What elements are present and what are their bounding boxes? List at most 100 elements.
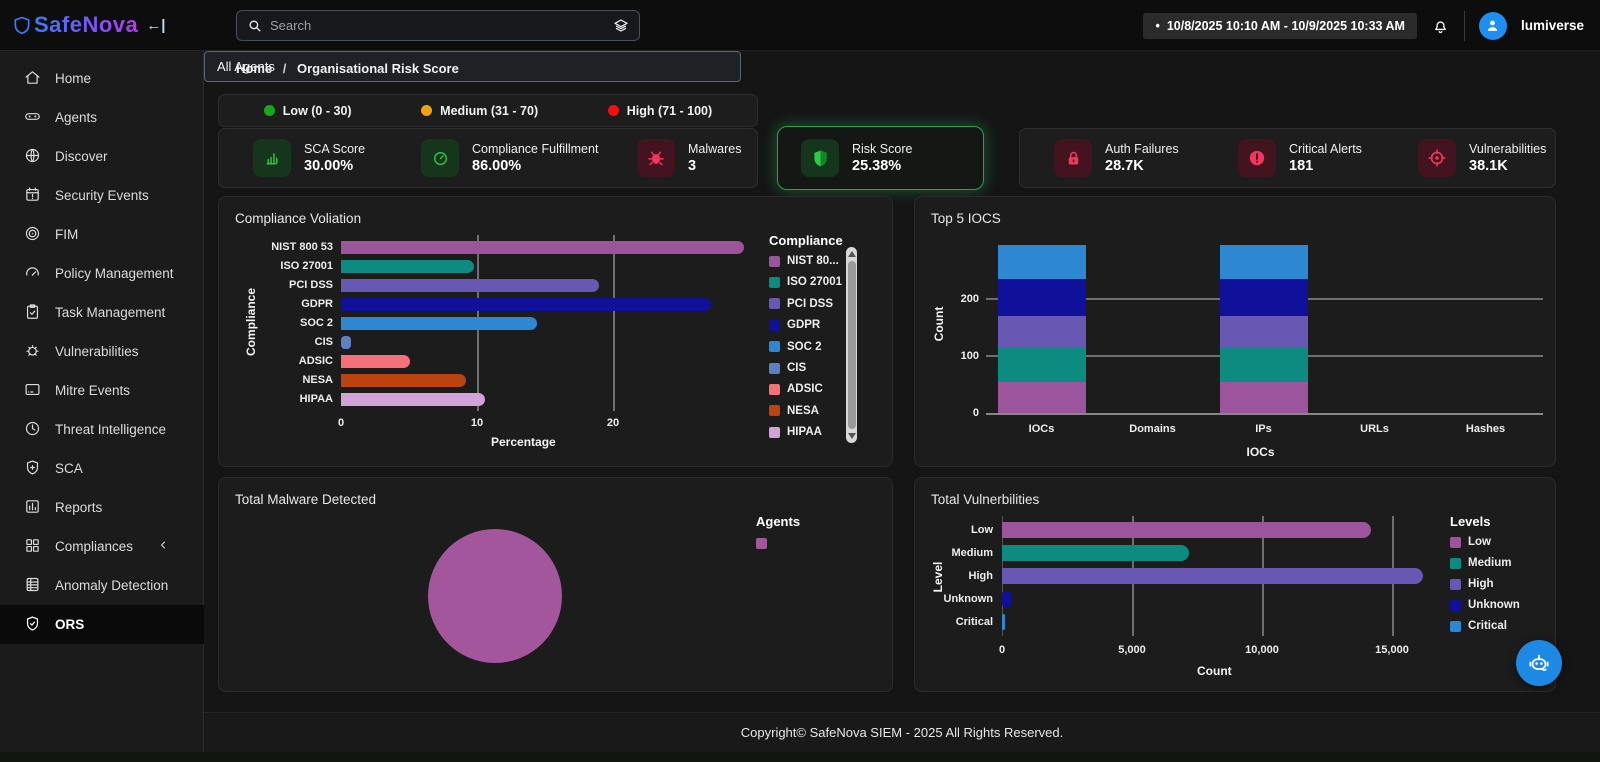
metric-vulnerabilities: Vulnerabilities 38.1K <box>1418 139 1546 177</box>
legend-item-ADSIC[interactable]: ADSIC <box>769 383 823 395</box>
bell-icon[interactable] <box>1431 16 1450 35</box>
legend-swatch-icon <box>756 538 767 549</box>
legend-item-GDPR[interactable]: GDPR <box>769 319 820 331</box>
sidebar-item-agents[interactable]: Agents <box>0 98 204 137</box>
legend-item-CIS[interactable]: CIS <box>769 362 806 374</box>
sidebar-item-reports[interactable]: Reports <box>0 488 204 527</box>
x-category-IOCs: IOCs <box>1028 423 1055 435</box>
stack-segment-IPs-0 <box>1219 381 1308 413</box>
vulnerabilities-icon <box>24 342 55 362</box>
legend-swatch-icon <box>769 276 780 288</box>
sidebar-item-task-management[interactable]: Task Management <box>0 293 204 332</box>
x-tick-20: 20 <box>606 417 620 429</box>
bottom-strip <box>0 752 1600 762</box>
scroll-thumb[interactable] <box>847 261 856 429</box>
band-label: High (71 - 100) <box>626 103 713 118</box>
x-axis-title: IOCs <box>1246 445 1275 459</box>
sidebar-item-sca[interactable]: SCA <box>0 449 204 488</box>
legend-item-High[interactable]: High <box>1450 578 1494 590</box>
y-axis-title: Count <box>932 306 946 342</box>
x-category-URLs: URLs <box>1360 423 1389 435</box>
legend-item-PCI DSS[interactable]: PCI DSS <box>769 298 833 310</box>
legend-item-NESA[interactable]: NESA <box>769 405 819 417</box>
y-category-Critical: Critical <box>955 616 993 628</box>
scroll-down-icon[interactable] <box>847 433 856 439</box>
username: lumiverse <box>1520 18 1584 33</box>
breadcrumb-home[interactable]: Home <box>236 61 272 76</box>
legend-label: Critical <box>1468 620 1507 632</box>
legend-item-Critical[interactable]: Critical <box>1450 620 1507 632</box>
sidebar-item-security-events[interactable]: Security Events <box>0 176 204 215</box>
legend-label: ISO 27001 <box>787 276 842 289</box>
metric-compliance-fulfillment: Compliance Fulfillment 86.00% <box>421 139 637 177</box>
legend-item-HIPAA[interactable]: HIPAA <box>769 426 822 438</box>
discover-icon <box>24 147 55 167</box>
y-category-NESA: NESA <box>302 374 333 386</box>
threat-intelligence-icon <box>24 420 55 440</box>
sidebar-item-anomaly-detection[interactable]: Anomaly Detection <box>0 566 204 605</box>
legend-item-NIST 80...[interactable]: NIST 80... <box>769 255 839 267</box>
risk-band-2: High (71 - 100) <box>607 103 713 118</box>
legend-swatch-icon <box>1450 599 1461 611</box>
panel-title: Total Vulnerbilities <box>931 492 1040 507</box>
legend-label: HIPAA <box>787 426 822 439</box>
legend-swatch-icon <box>769 362 780 374</box>
legend-item-ISO 27001[interactable]: ISO 27001 <box>769 276 842 288</box>
risk-score-label: Risk Score <box>852 142 913 156</box>
y-tick-0: 0 <box>972 407 979 419</box>
sidebar-item-fim[interactable]: FIM <box>0 215 204 254</box>
date-range-picker[interactable]: • 10/8/2025 10:10 AM - 10/9/2025 10:33 A… <box>1143 12 1417 39</box>
sidebar-item-home[interactable]: Home <box>0 59 204 98</box>
panel-total-malware: Total Malware Detected Agents <box>218 477 893 692</box>
metric-value: 181 <box>1289 158 1314 174</box>
y-category-NIST 800 53: NIST 800 53 <box>271 241 333 253</box>
legend-item-Low[interactable]: Low <box>1450 536 1491 548</box>
chart-legend-title: Compliance <box>769 233 843 248</box>
metric-label: SCA Score <box>304 142 366 156</box>
sidebar-item-compliances[interactable]: Compliances <box>0 527 204 566</box>
sidebar-collapse-icon[interactable]: ←| <box>146 17 165 34</box>
sidebar-item-label: Threat Intelligence <box>55 422 167 437</box>
stack-segment-IOCs-0 <box>997 381 1086 413</box>
stack-segment-IPs-2 <box>1219 316 1308 348</box>
bar-PCI DSS <box>341 278 600 292</box>
chatbot-button[interactable] <box>1516 640 1562 686</box>
y-tick-200: 200 <box>960 293 979 305</box>
sidebar-item-vulnerabilities[interactable]: Vulnerabilities <box>0 332 204 371</box>
legend-swatch-icon <box>1450 557 1461 569</box>
agents-icon <box>24 108 55 128</box>
legend-scrollbar[interactable] <box>846 247 857 443</box>
sidebar-item-mitre-events[interactable]: Mitre Events <box>0 371 204 410</box>
sidebar-item-label: Task Management <box>55 305 166 320</box>
metric-value: 38.1K <box>1469 158 1508 174</box>
legend-item-SOC 2[interactable]: SOC 2 <box>769 341 822 353</box>
compliances-icon <box>24 537 55 557</box>
sidebar-item-label: Vulnerabilities <box>55 344 139 359</box>
search-input[interactable] <box>270 18 613 33</box>
legend-item-0[interactable] <box>756 538 774 549</box>
y-category-Low: Low <box>971 524 993 536</box>
user-avatar[interactable] <box>1478 11 1507 40</box>
sidebar-item-ors[interactable]: ORS <box>0 605 204 644</box>
legend-item-Medium[interactable]: Medium <box>1450 557 1511 569</box>
x-tick-10000: 10,000 <box>1245 644 1279 656</box>
sca-icon <box>24 459 55 479</box>
sidebar-item-threat-intelligence[interactable]: Threat Intelligence <box>0 410 204 449</box>
x-tick-5000: 5,000 <box>1118 644 1146 656</box>
metric-label: Critical Alerts <box>1289 142 1362 156</box>
topbar-divider <box>1463 10 1465 41</box>
layers-icon[interactable] <box>613 18 629 34</box>
y-category-CIS: CIS <box>314 336 333 348</box>
scroll-up-icon[interactable] <box>847 251 856 257</box>
sidebar: Home Agents Discover Security Events FIM Poli… <box>0 0 204 762</box>
sidebar-menu: Home Agents Discover Security Events FIM Poli… <box>0 59 204 644</box>
sidebar-item-policy-management[interactable]: Policy Management <box>0 254 204 293</box>
sidebar-item-discover[interactable]: Discover <box>0 137 204 176</box>
breadcrumb: Home / Organisational Risk Score <box>236 61 459 76</box>
bar-CIS <box>341 335 351 349</box>
stack-segment-IPs-1 <box>1219 347 1308 382</box>
legend-item-Unknown[interactable]: Unknown <box>1450 599 1520 611</box>
metric-value: 86.00% <box>472 158 522 174</box>
stack-segment-IOCs-1 <box>997 347 1086 382</box>
bug-icon <box>637 139 675 177</box>
